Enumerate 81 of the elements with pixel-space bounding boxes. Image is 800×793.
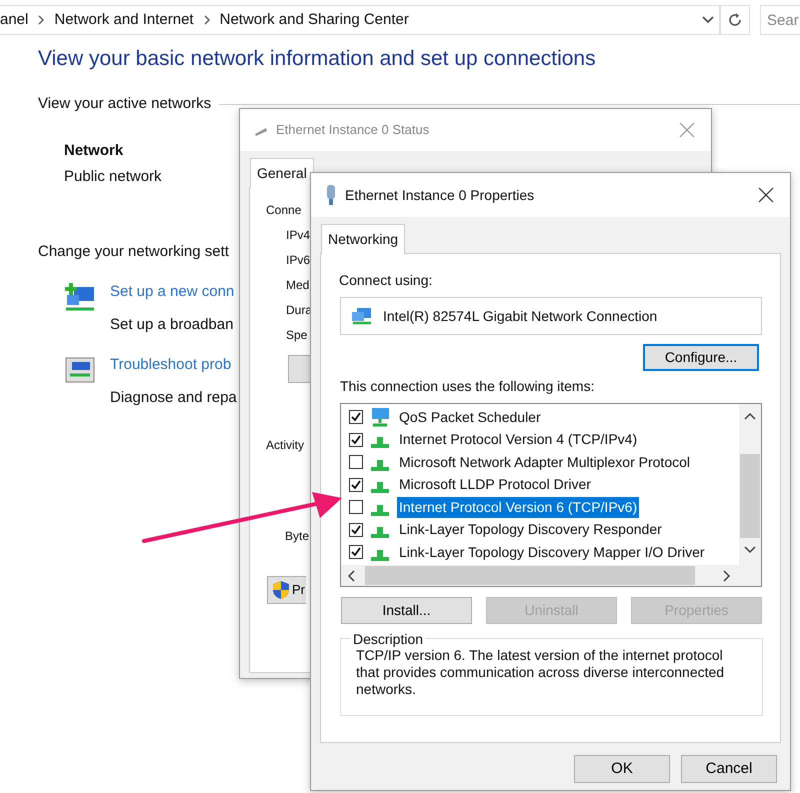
protocol-icon — [371, 482, 389, 494]
close-icon — [679, 122, 695, 138]
action-button[interactable]: Install... — [341, 597, 472, 624]
chevron-icon — [202, 15, 212, 25]
scroll-up-icon[interactable] — [744, 412, 756, 420]
check-icon — [351, 547, 361, 558]
close-icon — [758, 187, 774, 203]
checkbox[interactable] — [349, 545, 363, 560]
task-link[interactable]: Set up a new conn — [110, 283, 234, 300]
check-icon — [351, 524, 361, 535]
task-description: Diagnose and repa — [110, 388, 237, 408]
list-item[interactable]: Microsoft Network Adapter Multiplexor Protocol — [397, 452, 692, 473]
tab[interactable]: General — [250, 158, 314, 188]
protocol-icon — [371, 460, 389, 471]
shield-button[interactable]: Pr — [267, 576, 306, 604]
list-item[interactable]: Internet Protocol Version 4 (TCP/IPv4) — [397, 429, 640, 450]
breadcrumb[interactable]: Network and Internet — [54, 8, 194, 32]
vertical-scrollbar[interactable] — [739, 404, 761, 566]
protocol-icon — [371, 437, 389, 448]
check-icon — [351, 480, 361, 490]
dropdown-icon — [701, 15, 716, 25]
tab[interactable]: Networking — [321, 224, 406, 254]
list-item[interactable]: Microsoft LLDP Protocol Driver — [397, 474, 593, 496]
breadcrumb[interactable]: anel — [0, 8, 28, 32]
check-icon — [351, 412, 361, 422]
scroll-right-icon[interactable] — [723, 570, 731, 582]
list-item[interactable]: Link-Layer Topology Discovery Mapper I/O Driver — [397, 542, 707, 563]
field-label: Byte — [285, 528, 310, 544]
section-label: This connection uses the following items: — [340, 377, 596, 396]
network-type: Public network — [64, 167, 162, 188]
section-label: View your active networks — [38, 94, 212, 114]
scroll-down-icon[interactable] — [744, 546, 756, 554]
search-field[interactable]: Sear — [760, 5, 800, 35]
checkbox[interactable] — [349, 522, 363, 537]
list-item[interactable]: QoS Packet Scheduler — [397, 406, 543, 428]
field-label: IPv6 — [286, 252, 310, 268]
check-icon — [351, 434, 361, 445]
scrollbar-thumb[interactable] — [365, 566, 695, 585]
window-title: Ethernet Instance 0 Properties — [345, 186, 536, 205]
checkbox[interactable] — [349, 410, 363, 424]
protocol-icon — [371, 550, 389, 561]
checkbox[interactable] — [349, 500, 363, 514]
list-item[interactable]: Link-Layer Topology Discovery Responder — [397, 519, 664, 540]
refresh-icon — [727, 12, 744, 28]
network-name: Network — [64, 140, 124, 161]
section-label: Conne — [266, 202, 302, 218]
close-button[interactable] — [756, 185, 776, 205]
section-label: Connect using: — [339, 271, 434, 290]
page-heading: View your basic network information and set up connections — [38, 46, 596, 72]
dialog-button[interactable]: Cancel — [681, 755, 777, 783]
protocol-icon — [371, 504, 389, 516]
protocol-icon — [371, 527, 389, 538]
new-connection-icon — [64, 281, 96, 314]
cable-icon — [254, 126, 268, 136]
network-icon — [351, 307, 373, 325]
checkbox[interactable] — [349, 455, 363, 470]
field-label: IPv4 — [286, 227, 310, 243]
shield-icon — [272, 580, 290, 600]
address-bar[interactable]: anel Network and Internet Network and Sharing Center — [0, 5, 720, 35]
description-text: TCP/IP version 6. The latest version of the internet protocol that provides communication across diverse interconnected networks. — [356, 647, 726, 698]
adapter-name: Intel(R) 82574L Gigabit Network Connection — [383, 306, 658, 326]
network-adapter-icon — [325, 184, 337, 206]
breadcrumb[interactable]: Network and Sharing Center — [220, 8, 409, 32]
scroll-left-icon[interactable] — [347, 570, 355, 582]
scrollbar-thumb[interactable] — [740, 454, 760, 538]
field-label: Med — [286, 277, 310, 293]
checkbox[interactable] — [349, 478, 363, 492]
task-description: Set up a broadban — [110, 314, 234, 335]
checkbox[interactable] — [349, 432, 363, 447]
configure-button[interactable]: Configure... — [643, 344, 759, 371]
horizontal-scrollbar[interactable] — [341, 565, 761, 586]
task-link[interactable]: Troubleshoot prob — [110, 356, 232, 374]
field-label: Spe — [286, 327, 308, 343]
chevron-icon — [36, 15, 46, 25]
service-icon — [369, 407, 391, 428]
dialog-button[interactable]: OK — [574, 755, 670, 783]
window-title: Ethernet Instance 0 Status — [276, 121, 430, 140]
section-label: Change your networking sett — [38, 242, 229, 262]
refresh-button[interactable] — [720, 5, 750, 35]
section-label: Activity — [266, 437, 304, 453]
list-item[interactable]: Internet Protocol Version 6 (TCP/IPv6) — [397, 496, 640, 518]
